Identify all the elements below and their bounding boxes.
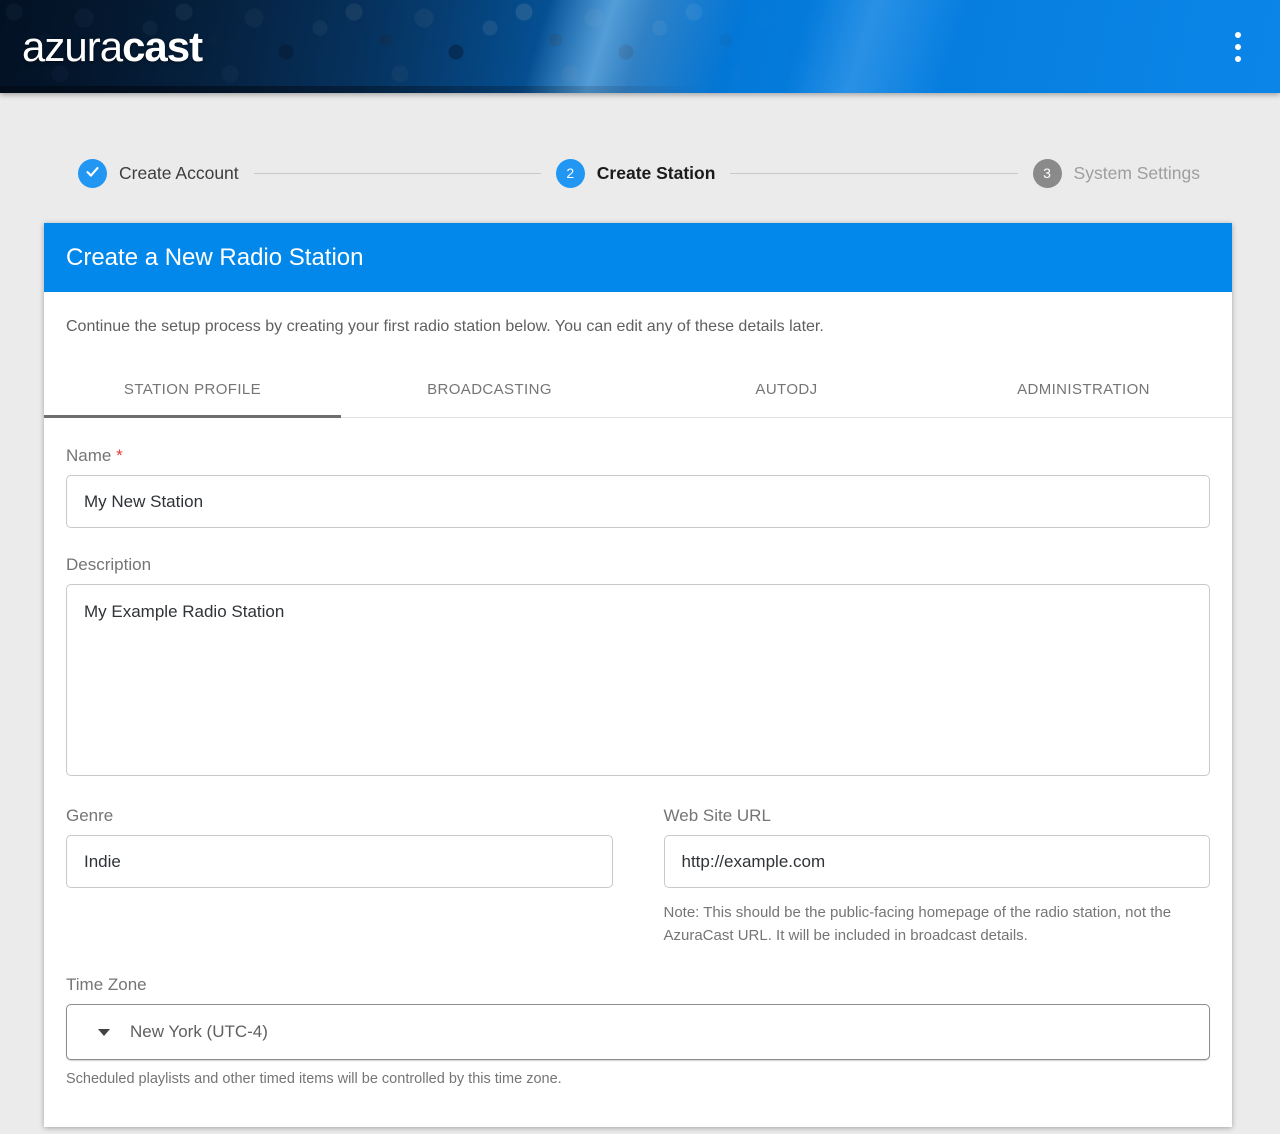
- required-asterisk: *: [116, 446, 123, 465]
- step-create-station: 2 Create Station: [556, 159, 716, 188]
- name-input[interactable]: [66, 475, 1210, 528]
- step-label: Create Account: [119, 163, 239, 184]
- step-system-settings: 3 System Settings: [1033, 159, 1200, 188]
- description-label: Description: [66, 555, 1210, 575]
- step-label: Create Station: [597, 163, 716, 184]
- name-label: Name *: [66, 446, 1210, 466]
- check-icon: [85, 164, 100, 182]
- tab-bar: STATION PROFILE BROADCASTING AUTODJ ADMI…: [44, 362, 1232, 418]
- tab-broadcasting[interactable]: BROADCASTING: [341, 362, 638, 417]
- card-body: Continue the setup process by creating y…: [44, 292, 1232, 1127]
- logo-prefix: azura: [22, 23, 122, 70]
- header-bottom-strip: [0, 86, 704, 93]
- kebab-menu-icon[interactable]: [1224, 27, 1252, 67]
- step-number-badge: 2: [556, 159, 585, 188]
- time-zone-select[interactable]: New York (UTC-4): [66, 1004, 1210, 1060]
- description-textarea[interactable]: My Example Radio Station: [66, 584, 1210, 776]
- step-number-badge: 3: [1033, 159, 1062, 188]
- step-create-account: Create Account: [78, 159, 239, 188]
- create-station-card: Create a New Radio Station Continue the …: [44, 223, 1232, 1127]
- website-url-input[interactable]: [664, 835, 1211, 888]
- website-url-label: Web Site URL: [664, 806, 1211, 826]
- genre-label: Genre: [66, 806, 613, 826]
- intro-text: Continue the setup process by creating y…: [66, 292, 1210, 336]
- genre-url-row: Genre Web Site URL Note: This should be …: [66, 806, 1210, 947]
- genre-input[interactable]: [66, 835, 613, 888]
- time-zone-helper: Scheduled playlists and other timed item…: [66, 1071, 1210, 1087]
- genre-field-group: Genre: [66, 806, 613, 947]
- stepper-connector: [730, 173, 1017, 174]
- card-header: Create a New Radio Station: [44, 223, 1232, 292]
- tab-administration[interactable]: ADMINISTRATION: [935, 362, 1232, 417]
- website-url-field-group: Web Site URL Note: This should be the pu…: [664, 806, 1211, 947]
- time-zone-value: New York (UTC-4): [130, 1022, 268, 1042]
- page-title: Create a New Radio Station: [66, 244, 364, 272]
- step-complete-indicator: [78, 159, 107, 188]
- caret-down-icon: [98, 1029, 110, 1036]
- website-url-note: Note: This should be the public-facing h…: [664, 902, 1211, 947]
- time-zone-label: Time Zone: [66, 975, 1210, 995]
- setup-stepper: Create Account 2 Create Station 3 System…: [0, 145, 1280, 201]
- app-header: azuracast: [0, 0, 1280, 93]
- tab-station-profile[interactable]: STATION PROFILE: [44, 362, 341, 417]
- tab-autodj[interactable]: AUTODJ: [638, 362, 935, 417]
- step-label: System Settings: [1074, 163, 1200, 184]
- azuracast-logo: azuracast: [22, 23, 202, 71]
- stepper-connector: [254, 173, 541, 174]
- logo-suffix: cast: [122, 23, 202, 70]
